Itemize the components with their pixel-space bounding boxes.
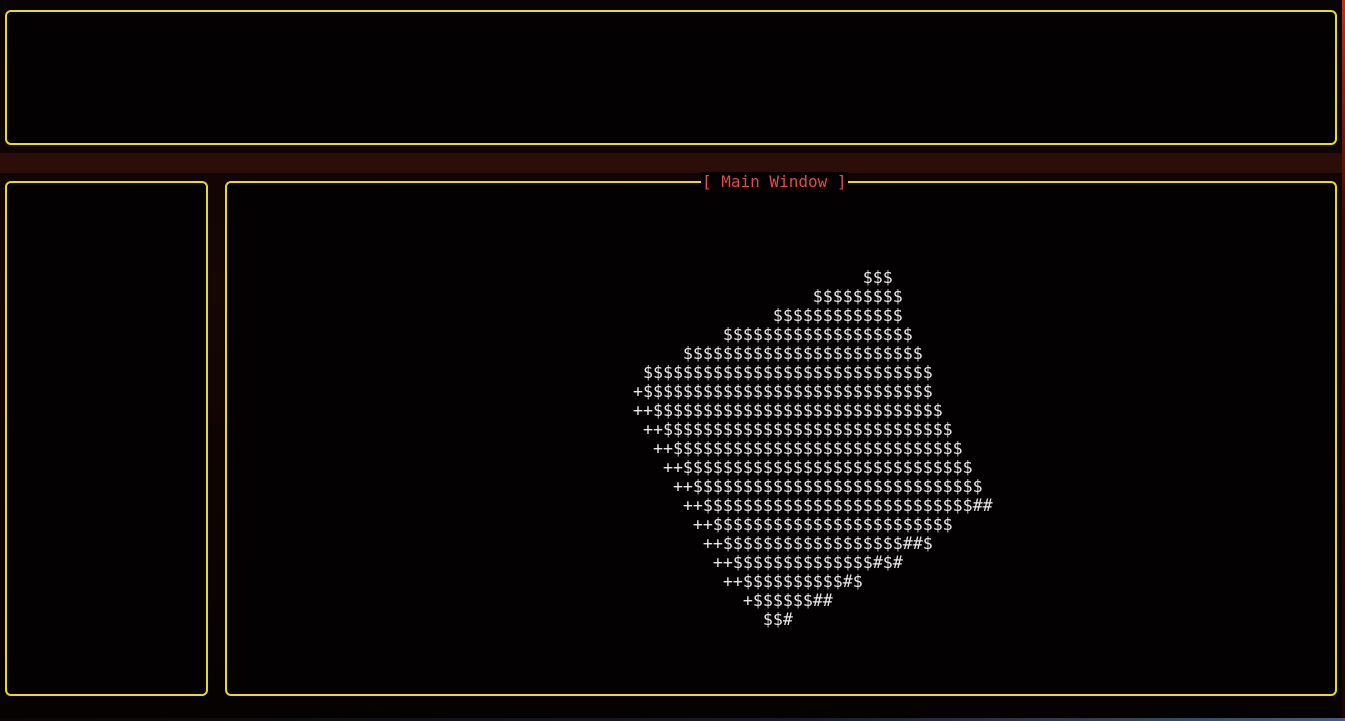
ascii-art-line: $$$$$$$$$$$$$$$$$$$ [613, 325, 913, 344]
ascii-art-line: +$$$$$$## [613, 591, 833, 610]
header-divider-band [0, 153, 1345, 173]
ascii-art-display: $$$ $$$$$$$$$ $$$$$$$$$$$$$ $$$$$$$$$$$$… [613, 268, 993, 629]
top-panel [5, 10, 1337, 145]
ascii-art-line: ++$$$$$$$$$$#$ [613, 572, 863, 591]
sidebar-panel [5, 181, 208, 696]
terminal-screen: [ Main Window ] $$$ $$$$$$$$$ $$$$$$$$$$… [0, 0, 1345, 721]
ascii-art-line: ++$$$$$$$$$$$$$$#$# [613, 553, 903, 572]
main-window-title: [ Main Window ] [701, 172, 848, 192]
ascii-art-line: ++$$$$$$$$$$$$$$$$$$##$ [613, 534, 933, 553]
ascii-art-line: ++$$$$$$$$$$$$$$$$$$$$$$$$$$$## [613, 496, 993, 515]
ascii-art-line: ++$$$$$$$$$$$$$$$$$$$$$$$$ [613, 515, 953, 534]
ascii-art-line: ++$$$$$$$$$$$$$$$$$$$$$$$$$$$$$ [613, 420, 953, 439]
ascii-art-line: $$$ [613, 268, 893, 287]
main-window-panel: [ Main Window ] $$$ $$$$$$$$$ $$$$$$$$$$… [225, 172, 1337, 696]
ascii-art-line: +$$$$$$$$$$$$$$$$$$$$$$$$$$$$$ [613, 382, 933, 401]
ascii-art-line: $$# [613, 610, 793, 629]
ascii-art-line: ++$$$$$$$$$$$$$$$$$$$$$$$$$$$$$ [613, 401, 943, 420]
ascii-art-line: $$$$$$$$$ [613, 287, 903, 306]
ascii-art-line: ++$$$$$$$$$$$$$$$$$$$$$$$$$$$$$ [613, 458, 973, 477]
ascii-art-line: $$$$$$$$$$$$$$$$$$$$$$$$$$$$$ [613, 363, 933, 382]
ascii-art-line: ++$$$$$$$$$$$$$$$$$$$$$$$$$$$$$ [613, 477, 983, 496]
ascii-art-line: ++$$$$$$$$$$$$$$$$$$$$$$$$$$$$$ [613, 439, 963, 458]
ascii-art-line: $$$$$$$$$$$$$ [613, 306, 903, 325]
ascii-art-line: $$$$$$$$$$$$$$$$$$$$$$$$ [613, 344, 923, 363]
